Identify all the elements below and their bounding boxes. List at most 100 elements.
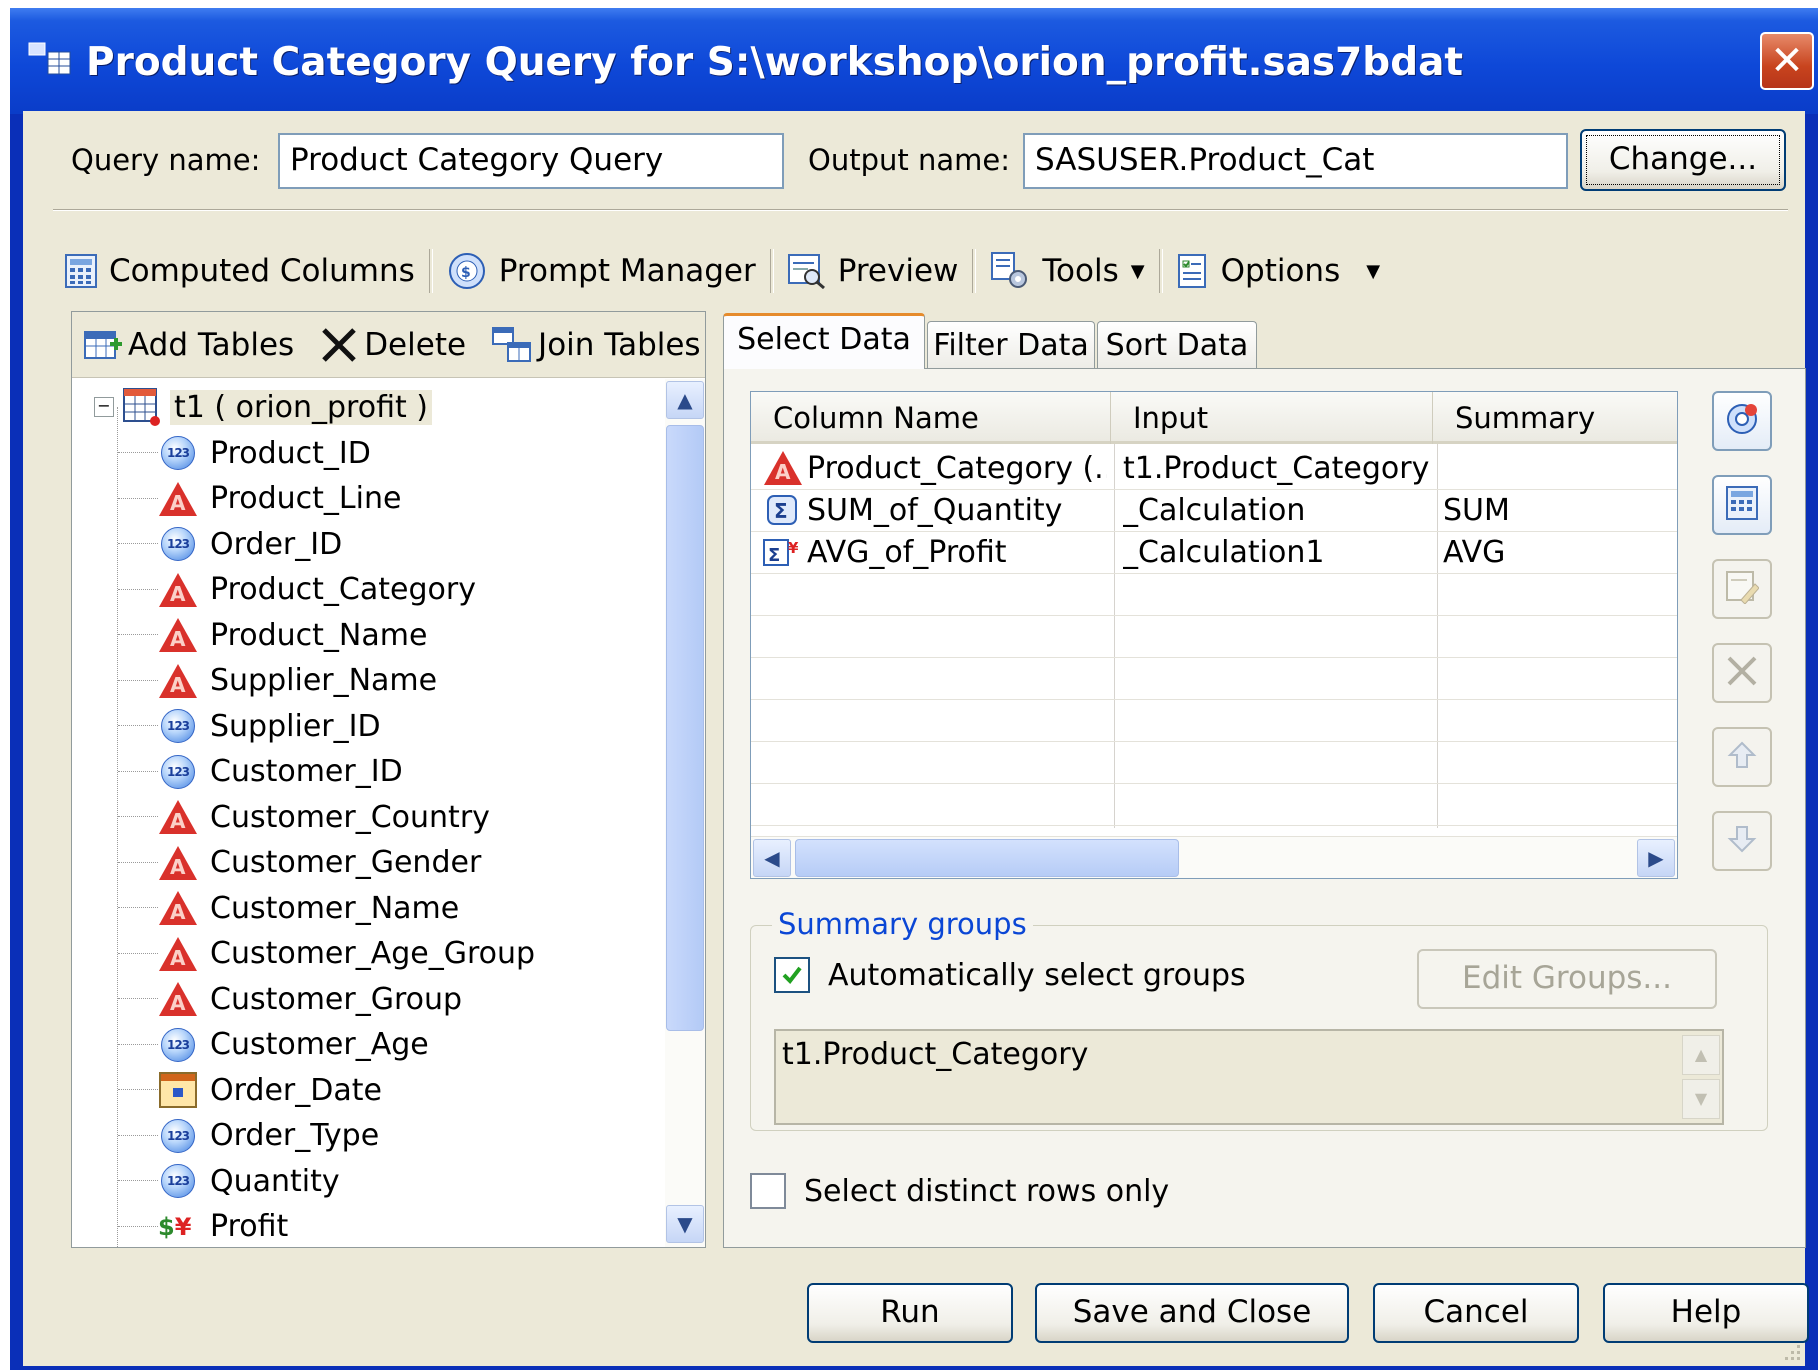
tree-item-label: Order_Date (210, 1072, 382, 1108)
output-name-input[interactable]: SASUSER.Product_Cat (1023, 133, 1568, 189)
tree-connector (118, 634, 158, 636)
tree-item[interactable]: Customer_Age_Group (118, 932, 535, 976)
dropdown-arrow-icon: ▼ (1130, 260, 1145, 282)
edit-column-button[interactable] (1712, 559, 1772, 619)
tree-scrollbar[interactable]: ▲ ▼ (665, 379, 705, 1247)
help-button[interactable]: Help (1603, 1283, 1809, 1343)
tree-item[interactable]: 123 Product_ID (118, 431, 371, 475)
tree-row-root[interactable]: − t1 ( orion_profit ) (94, 385, 432, 429)
groups-scroll-up-button[interactable]: ▲ (1682, 1035, 1720, 1075)
move-up-button[interactable] (1712, 727, 1772, 787)
preview-button[interactable]: Preview (787, 246, 958, 296)
join-tables-button[interactable]: Join Tables (492, 320, 701, 370)
grid-row-line (751, 825, 1677, 826)
scroll-thumb[interactable] (666, 425, 704, 1031)
cell-summary: AVG (1443, 534, 1506, 570)
grid-row[interactable]: Σ SUM_of_Quantity _Calculation SUM (751, 489, 1677, 531)
character-column-icon (158, 572, 198, 607)
computed-columns-button[interactable]: Computed Columns (65, 246, 415, 296)
tree-item-label: Customer_Country (210, 799, 490, 835)
add-tables-button[interactable]: Add Tables (84, 320, 294, 370)
tree-connector (118, 452, 158, 454)
tree-item[interactable]: 123 Order_ID (118, 522, 342, 566)
numeric-column-icon: 123 (158, 1027, 198, 1062)
column-header-name[interactable]: Column Name (751, 392, 1111, 444)
save-and-close-button[interactable]: Save and Close (1035, 1283, 1349, 1343)
tree-item[interactable]: 123 Supplier_ID (118, 704, 381, 748)
tree-connector (118, 861, 158, 864)
delete-x-icon (1725, 654, 1759, 692)
grid-horizontal-scrollbar[interactable]: ◀ ▶ (751, 836, 1677, 878)
edit-groups-button[interactable]: Edit Groups... (1417, 949, 1717, 1009)
tree-item[interactable]: $¥ Profit (118, 1205, 288, 1248)
computed-column-button[interactable] (1712, 475, 1772, 535)
close-button[interactable]: ✕ (1760, 32, 1814, 90)
change-button[interactable]: Change... (1580, 129, 1786, 191)
tree-item[interactable]: Customer_Gender (118, 841, 481, 885)
properties-button[interactable] (1712, 391, 1772, 451)
scroll-down-button[interactable]: ▼ (666, 1205, 704, 1243)
group-item: t1.Product_Category (782, 1037, 1089, 1072)
tree-item-label: Product_Category (210, 572, 476, 607)
tree-item-label: Order_ID (210, 526, 343, 562)
grid-row-line (751, 741, 1677, 742)
query-name-input[interactable]: Product Category Query (278, 133, 784, 189)
move-down-button[interactable] (1712, 811, 1772, 871)
resize-grip-icon[interactable] (1781, 1341, 1803, 1363)
tab-filter-data[interactable]: Filter Data (927, 321, 1095, 371)
tree-item-label: Profit (210, 1209, 289, 1244)
column-header-input[interactable]: Input (1111, 392, 1433, 444)
tree-item[interactable]: Customer_Group (118, 977, 462, 1021)
auto-select-checkbox-box[interactable] (774, 957, 810, 993)
tree-item[interactable]: 123 Quantity (118, 1159, 340, 1203)
tree-item[interactable]: Supplier_Name (118, 659, 437, 703)
select-distinct-rows-checkbox[interactable]: Select distinct rows only (750, 1173, 1169, 1209)
tools-label: Tools (1042, 253, 1119, 289)
options-menu-button[interactable]: Options ▼ (1177, 246, 1380, 296)
collapse-toggle-icon[interactable]: − (94, 397, 114, 417)
scroll-left-button[interactable]: ◀ (753, 839, 791, 877)
groups-scroll-down-button[interactable]: ▼ (1682, 1079, 1720, 1119)
numeric-column-icon: 123 (158, 436, 198, 470)
title-bar[interactable]: Product Category Query for S:\workshop\o… (10, 8, 1818, 114)
horizontal-scroll-thumb[interactable] (795, 839, 1179, 877)
groups-list[interactable]: t1.Product_Category ▲ ▼ (774, 1029, 1724, 1125)
app-icon (28, 42, 72, 76)
cancel-button[interactable]: Cancel (1373, 1283, 1579, 1343)
delete-table-button[interactable]: Delete (320, 320, 466, 370)
tree-item-label: Product_Line (210, 481, 402, 516)
tree-item[interactable]: 123 Customer_Age (118, 1023, 429, 1067)
tab-select-data[interactable]: Select Data (723, 313, 925, 369)
grid-row[interactable]: Σ ¥ AVG_of_Profit _Calculation1 AVG (751, 531, 1677, 573)
tree-item[interactable]: Order_Date (118, 1068, 382, 1112)
run-button[interactable]: Run (807, 1283, 1013, 1343)
add-table-icon (84, 328, 124, 362)
distinct-checkbox-box[interactable] (750, 1173, 786, 1209)
character-column-icon (158, 663, 198, 698)
calculator-icon (1726, 486, 1758, 524)
tools-menu-button[interactable]: Tools ▼ (990, 246, 1145, 296)
tree-connector (118, 497, 158, 500)
tree-item[interactable]: 123 Customer_ID (118, 750, 403, 794)
auto-select-groups-checkbox[interactable]: Automatically select groups (774, 957, 1246, 993)
query-dialog: Product Category Query for S:\workshop\o… (10, 8, 1818, 1370)
numeric-column-icon: 123 (158, 1164, 198, 1198)
scroll-up-button[interactable]: ▲ (666, 381, 704, 419)
tree-item[interactable]: Customer_Name (118, 886, 459, 930)
tree-item[interactable]: 123 Order_Type (118, 1114, 379, 1158)
remove-column-button[interactable] (1712, 643, 1772, 703)
tree-item[interactable]: Product_Category (118, 568, 476, 612)
date-column-icon (158, 1072, 198, 1108)
tree-item[interactable]: Product_Name (118, 613, 427, 657)
column-header-summary[interactable]: Summary (1433, 392, 1677, 444)
tree-item[interactable]: Product_Line (118, 477, 401, 521)
tree-connector (118, 1043, 158, 1046)
tree-item-label: Product_ID (210, 435, 371, 471)
prompt-manager-button[interactable]: $ Prompt Manager (447, 246, 756, 296)
tree-item[interactable]: Customer_Country (118, 795, 490, 839)
tree-item-label: Customer_Name (210, 890, 460, 926)
character-column-icon (158, 891, 198, 925)
scroll-right-button[interactable]: ▶ (1637, 839, 1675, 877)
grid-row[interactable]: Product_Category (... t1.Product_Category (751, 447, 1677, 489)
tab-sort-data[interactable]: Sort Data (1097, 321, 1257, 371)
